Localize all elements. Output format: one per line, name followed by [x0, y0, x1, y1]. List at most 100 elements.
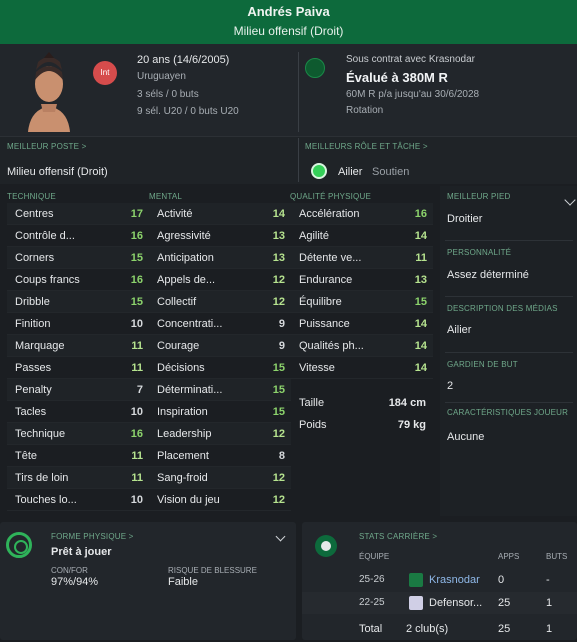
player-wage: 60M R p/a jusqu'au 30/6/2028 [346, 89, 480, 100]
club-crest-icon [409, 573, 423, 587]
total-label: Total [359, 623, 383, 635]
attribute-name: Touches lo... [15, 494, 77, 506]
attribute-name: Accélération [299, 208, 360, 220]
col-goals-header[interactable]: BUTS [546, 552, 567, 561]
attribute-row[interactable]: Courage 9 [149, 335, 291, 357]
attribute-row[interactable]: Endurance 13 [291, 269, 433, 291]
attribute-name: Endurance [299, 274, 353, 286]
attribute-value: 10 [130, 406, 143, 418]
attribute-row[interactable]: Tête 11 [7, 445, 149, 467]
attribute-row[interactable]: Agressivité 13 [149, 225, 291, 247]
attribute-value: 11 [131, 450, 143, 462]
fitness-icon [6, 532, 32, 558]
international-badge: Int [93, 61, 117, 85]
attribute-value: 14 [272, 208, 285, 220]
career-total-row: Total 2 club(s) 25 1 [302, 618, 577, 640]
attribute-row[interactable]: Vision du jeu 12 [149, 489, 291, 511]
attribute-row[interactable]: Accélération 16 [291, 203, 433, 225]
attribute-row[interactable]: Décisions 15 [149, 357, 291, 379]
player-info-panel [0, 44, 577, 136]
attribute-value: 11 [131, 472, 143, 484]
traits-value: Aucune [447, 431, 485, 443]
player-youth-caps: 9 sél. U20 / 0 buts U20 [137, 106, 239, 117]
attribute-value: 15 [272, 362, 285, 374]
attribute-name: Coups francs [15, 274, 80, 286]
injury-risk-value: Faible [168, 576, 198, 588]
best-position-link[interactable]: MEILLEUR POSTE > [7, 142, 86, 151]
goals: 1 [546, 597, 553, 609]
attribute-row[interactable]: Déterminati... 15 [149, 379, 291, 401]
club-crest-icon[interactable] [305, 58, 325, 78]
attribute-row[interactable]: Corners 15 [7, 247, 149, 269]
attribute-name: Placement [157, 450, 209, 462]
player-avatar[interactable] [14, 52, 84, 132]
col-apps-header[interactable]: APPS [498, 552, 519, 561]
squad-status: Rotation [346, 105, 384, 116]
career-stats-link[interactable]: STATS CARRIÈRE > [359, 532, 437, 541]
career-row[interactable]: 22-25 Defensor... 25 1 [302, 592, 577, 614]
attribute-row[interactable]: Leadership 12 [149, 423, 291, 445]
attribute-row[interactable]: Collectif 12 [149, 291, 291, 313]
attribute-row[interactable]: Penalty 7 [7, 379, 149, 401]
attribute-row[interactable]: Puissance 14 [291, 313, 433, 335]
attribute-row[interactable]: Appels de... 12 [149, 269, 291, 291]
attribute-row[interactable]: Détente ve... 11 [291, 247, 433, 269]
attribute-row[interactable]: Sang-froid 12 [149, 467, 291, 489]
fitness-status: Prêt à jouer [51, 546, 112, 558]
attribute-name: Passes [15, 362, 52, 374]
attribute-row[interactable]: Technique 16 [7, 423, 149, 445]
best-position-value: Milieu offensif (Droit) [7, 166, 108, 178]
attribute-row[interactable]: Activité 14 [149, 203, 291, 225]
attribute-value: 14 [414, 318, 427, 330]
attribute-name: Tacles [15, 406, 47, 418]
attribute-row[interactable]: Tacles 10 [7, 401, 149, 423]
apps: 25 [498, 597, 511, 609]
attribute-row[interactable]: Dribble 15 [7, 291, 149, 313]
technical-column: Centres 17 Contrôle d... 16 Corners 15 Coups f… [7, 203, 149, 511]
attribute-row[interactable]: Marquage 11 [7, 335, 149, 357]
attribute-row[interactable]: Qualités ph... 14 [291, 335, 433, 357]
player-age: 20 ans (14/6/2005) [137, 54, 230, 66]
attribute-row[interactable]: Finition 10 [7, 313, 149, 335]
player-value: Évalué à 380M R [346, 70, 448, 85]
best-role-link[interactable]: MEILLEURS RÔLE ET TÂCHE > [305, 142, 428, 151]
attribute-name: Vision du jeu [157, 494, 220, 506]
attribute-row[interactable]: Anticipation 13 [149, 247, 291, 269]
attribute-row[interactable]: Agilité 14 [291, 225, 433, 247]
attribute-row[interactable]: Passes 11 [7, 357, 149, 379]
attribute-row[interactable]: Coups francs 16 [7, 269, 149, 291]
attribute-row[interactable]: Équilibre 15 [291, 291, 433, 313]
media-value: Ailier [447, 324, 472, 336]
media-heading: DESCRIPTION DES MÉDIAS [447, 304, 558, 313]
contract-status: Sous contrat avec Krasnodar [346, 54, 475, 65]
attribute-row[interactable]: Touches lo... 10 [7, 489, 149, 511]
attribute-row[interactable]: Contrôle d... 16 [7, 225, 149, 247]
attribute-value: 16 [130, 274, 143, 286]
fitness-link[interactable]: FORME PHYSIQUE > [51, 532, 134, 541]
side-panel [440, 186, 577, 516]
divider [298, 52, 299, 132]
attribute-value: 11 [131, 340, 143, 352]
attribute-row[interactable]: Vitesse 14 [291, 357, 433, 379]
attribute-value: 16 [414, 208, 427, 220]
attribute-row[interactable]: Concentrati... 9 [149, 313, 291, 335]
attribute-row[interactable]: Placement 8 [149, 445, 291, 467]
attribute-value: 8 [278, 450, 285, 462]
club-name[interactable]: Defensor... [429, 597, 482, 609]
attribute-row[interactable]: Tirs de loin 11 [7, 467, 149, 489]
weight-value: 79 kg [397, 419, 426, 431]
attribute-row[interactable]: Centres 17 [7, 203, 149, 225]
attribute-value: 14 [414, 340, 427, 352]
player-nationality[interactable]: Uruguayen [137, 71, 186, 82]
attribute-value: 13 [272, 230, 285, 242]
career-row[interactable]: 25-26 Krasnodar 0 - [302, 569, 577, 591]
physical-measurements: Taille 184 cm Poids 79 kg [290, 392, 432, 436]
attribute-name: Inspiration [157, 406, 208, 418]
col-team-header[interactable]: ÉQUIPE [359, 552, 389, 561]
best-role-duty: Soutien [372, 166, 410, 178]
club-link[interactable]: Krasnodar [429, 574, 480, 586]
attribute-row[interactable]: Inspiration 15 [149, 401, 291, 423]
attribute-name: Tête [15, 450, 38, 462]
height-row: Taille 184 cm [290, 392, 432, 414]
attribute-name: Marquage [15, 340, 65, 352]
